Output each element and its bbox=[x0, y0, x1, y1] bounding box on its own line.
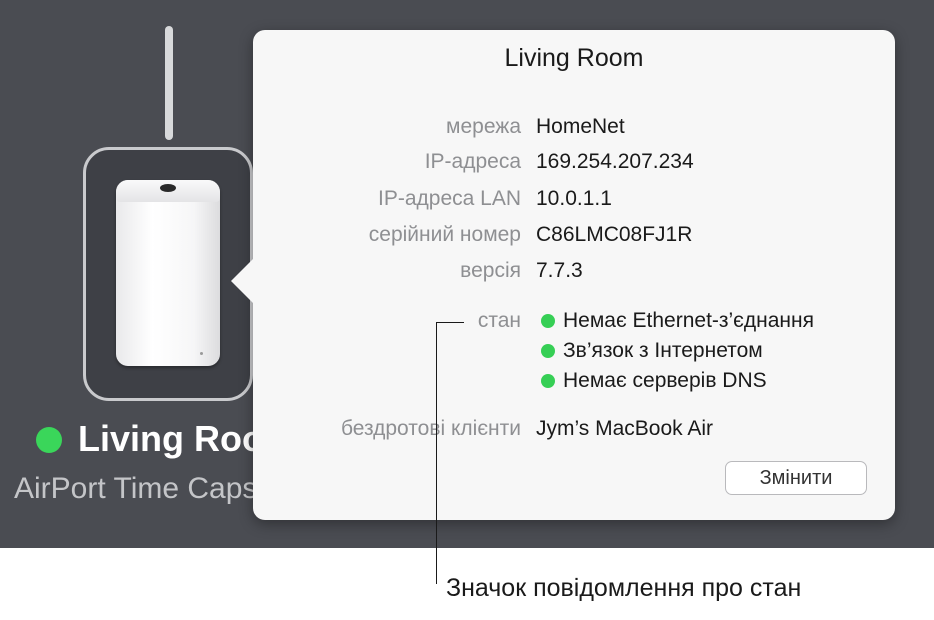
ip-address-label: IP-адреса bbox=[424, 150, 521, 173]
status-led-icon bbox=[200, 352, 203, 355]
edit-button[interactable]: Змінити bbox=[725, 461, 867, 495]
status-item: Зв’язок з Інтернетом bbox=[541, 339, 763, 363]
status-item: Немає Ethernet-з’єднання bbox=[541, 309, 814, 333]
device-status-indicator bbox=[36, 427, 62, 453]
base-station-tile[interactable] bbox=[83, 147, 253, 401]
base-station-info-popover: Living Room мережа HomeNet IP-адреса 169… bbox=[231, 30, 895, 520]
callout-tick bbox=[436, 322, 464, 323]
status-ok-icon bbox=[541, 344, 555, 358]
wireless-clients-label: бездротові клієнти bbox=[340, 417, 521, 440]
wireless-clients-value: Jym’s MacBook Air bbox=[536, 417, 713, 440]
status-item-text: Немає серверів DNS bbox=[563, 369, 767, 392]
status-item-text: Зв’язок з Інтернетом bbox=[563, 339, 763, 362]
airport-time-capsule-icon bbox=[116, 180, 220, 366]
serial-number-label: серійний номер bbox=[368, 223, 521, 246]
network-connection-line bbox=[165, 26, 173, 140]
callout-leader-line bbox=[436, 322, 437, 584]
popover-title: Living Room bbox=[504, 44, 644, 72]
ip-address-value: 169.254.207.234 bbox=[536, 150, 694, 173]
status-item-text: Немає Ethernet-з’єднання bbox=[563, 309, 814, 332]
network-label: мережа bbox=[446, 115, 521, 138]
callout-caption: Значок повідомлення про стан bbox=[446, 574, 802, 602]
version-label: версія bbox=[460, 259, 521, 282]
status-ok-icon bbox=[541, 314, 555, 328]
status-item: Немає серверів DNS bbox=[541, 369, 767, 393]
version-value: 7.7.3 bbox=[536, 259, 583, 282]
apple-logo-icon bbox=[160, 184, 176, 192]
network-value: HomeNet bbox=[536, 115, 625, 138]
serial-number-value: C86LMC08FJ1R bbox=[536, 223, 693, 246]
device-top-surface bbox=[116, 180, 220, 202]
lan-ip-value: 10.0.1.1 bbox=[536, 187, 612, 210]
popover-arrow bbox=[231, 257, 255, 305]
status-label: стан bbox=[477, 309, 521, 332]
lan-ip-label: IP-адреса LAN bbox=[378, 187, 521, 210]
status-ok-icon bbox=[541, 374, 555, 388]
